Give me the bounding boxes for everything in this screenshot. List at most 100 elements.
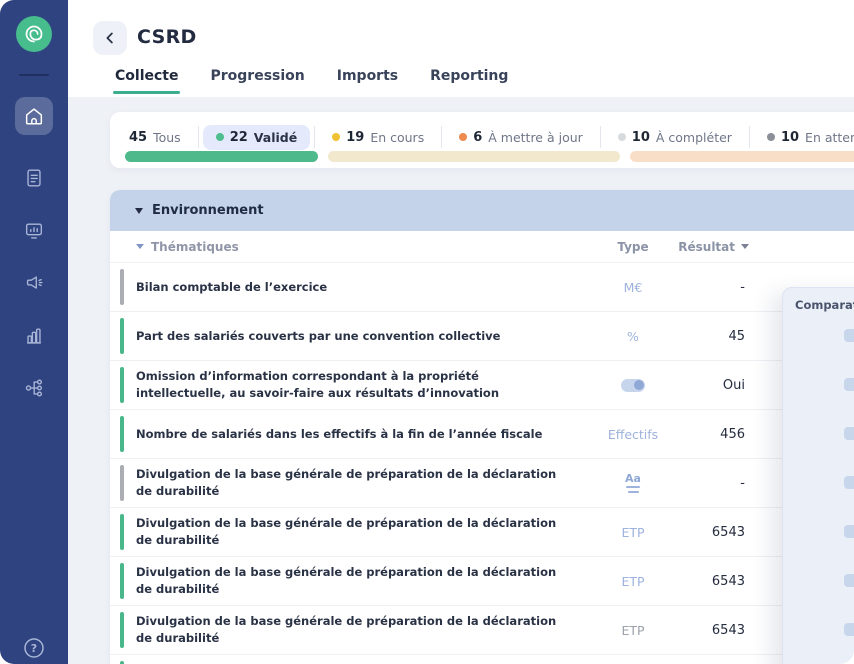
sidebar-item-workflow[interactable]: [15, 369, 53, 407]
column-thematiques[interactable]: Thématiques: [136, 240, 583, 254]
skeleton-bar: [844, 476, 854, 489]
row-type: ETP: [583, 525, 683, 540]
row-label: Divulgation de la base générale de prépa…: [136, 466, 583, 499]
row-type: Aa: [583, 473, 683, 493]
table-row[interactable]: Nombre de salariés dans les effectifs à …: [110, 410, 854, 459]
presentation-chart-icon: [23, 220, 45, 242]
status-dot-icon: [618, 133, 626, 141]
table-body: Bilan comptable de l’exercice M€ - Part …: [110, 263, 854, 664]
status-summary-card: 45 Tous 22 Validé 19En cours 6 À mettre à jour…: [110, 112, 854, 168]
app-window: ? CSRD Collecte Progression Imports Repo…: [0, 0, 854, 664]
filter-count: 22: [230, 130, 248, 145]
status-pill: [120, 465, 124, 501]
filter-item[interactable]: 22 Validé: [203, 125, 311, 150]
filter-label: Validé: [254, 130, 297, 145]
skeleton-bar: [844, 378, 854, 391]
comparatif-panel[interactable]: Comparatif: [782, 287, 854, 664]
row-type: Effectifs: [583, 427, 683, 442]
row-result: -: [683, 476, 763, 491]
chevron-left-icon: [101, 29, 119, 47]
table-row[interactable]: [110, 655, 854, 664]
filter-item[interactable]: 10En attente: [754, 125, 854, 150]
row-label: Part des salariés couverts par une conve…: [136, 328, 583, 345]
spacer: [120, 229, 124, 265]
table-row[interactable]: Bilan comptable de l’exercice M€ -: [110, 263, 854, 312]
app-logo[interactable]: [16, 16, 52, 52]
sidebar-item-documents[interactable]: [15, 159, 53, 197]
filter-count: 10: [632, 130, 650, 145]
tab-reporting[interactable]: Reporting: [430, 68, 508, 94]
sidebar-item-analytics[interactable]: [15, 317, 53, 355]
sidebar-item-help[interactable]: ?: [22, 636, 46, 660]
filter-item[interactable]: 10À compléter: [605, 125, 745, 150]
filter-count: 45: [129, 130, 147, 145]
filter-divider: [600, 126, 601, 148]
column-resultat-label: Résultat: [678, 240, 735, 254]
bar-chart-icon: [23, 325, 45, 347]
skeleton-bar: [844, 574, 854, 587]
back-button[interactable]: [93, 21, 127, 55]
row-type: M€: [583, 280, 683, 295]
filter-count: 10: [781, 130, 799, 145]
table-column-header: Thématiques Type Résultat: [110, 231, 854, 263]
header: CSRD Collecte Progression Imports Report…: [68, 0, 854, 97]
row-result: 6543: [683, 574, 763, 589]
sidebar-divider: [19, 74, 49, 76]
filter-divider: [314, 126, 315, 148]
row-type: %: [583, 329, 683, 344]
document-icon: [23, 167, 45, 189]
status-pill: [120, 514, 124, 550]
comparatif-title: Comparatif: [795, 298, 854, 312]
environment-table-card: Environnement Thématiques Type Résultat …: [110, 190, 854, 664]
toggle-icon: [621, 379, 645, 392]
row-label: Divulgation de la base générale de prépa…: [136, 613, 583, 646]
sidebar: ?: [0, 0, 68, 664]
workflow-icon: [23, 377, 45, 399]
filter-divider: [749, 126, 750, 148]
filter-item[interactable]: 6 À mettre à jour: [446, 125, 596, 150]
skeleton-bar: [844, 623, 854, 636]
row-result: 45: [683, 329, 763, 344]
row-result: 6543: [683, 525, 763, 540]
filter-divider: [198, 126, 199, 148]
table-row[interactable]: Divulgation de la base générale de prépa…: [110, 557, 854, 606]
status-pill: [120, 612, 124, 648]
filter-count: 19: [346, 130, 364, 145]
table-row[interactable]: Omission d’information correspondant à l…: [110, 361, 854, 410]
filter-label: À mettre à jour: [488, 130, 583, 145]
tab-progression[interactable]: Progression: [210, 68, 304, 94]
column-thematiques-label: Thématiques: [151, 240, 239, 254]
progress-segment: [630, 151, 854, 162]
text-format-icon: Aa: [625, 473, 641, 493]
status-pill: [120, 416, 124, 452]
progress-segment: [328, 151, 620, 162]
filter-label: Tous: [153, 130, 181, 145]
column-resultat[interactable]: Résultat: [683, 240, 763, 254]
section-header-environnement[interactable]: Environnement: [110, 190, 854, 231]
status-pill: [120, 318, 124, 354]
status-dot-icon: [216, 133, 224, 141]
collapse-triangle-icon: [136, 244, 144, 249]
sidebar-item-dashboard[interactable]: [15, 212, 53, 250]
filter-count: 6: [473, 130, 482, 145]
filter-divider: [441, 126, 442, 148]
status-dot-icon: [459, 133, 467, 141]
sidebar-item-announcements[interactable]: [15, 264, 53, 302]
row-label: Bilan comptable de l’exercice: [136, 279, 583, 296]
collapse-triangle-icon: [135, 208, 143, 214]
row-result: -: [683, 280, 763, 295]
table-row[interactable]: Divulgation de la base générale de prépa…: [110, 508, 854, 557]
table-row[interactable]: Part des salariés couverts par une conve…: [110, 312, 854, 361]
megaphone-icon: [23, 272, 45, 294]
table-row[interactable]: Divulgation de la base générale de prépa…: [110, 459, 854, 508]
help-icon: ?: [22, 636, 46, 660]
skeleton-bar: [844, 329, 854, 342]
status-pill: [120, 269, 124, 305]
filter-item[interactable]: 45 Tous: [116, 125, 194, 150]
tab-bar: Collecte Progression Imports Reporting: [115, 68, 508, 94]
filter-item[interactable]: 19En cours: [319, 125, 437, 150]
tab-imports[interactable]: Imports: [337, 68, 398, 94]
tab-collecte[interactable]: Collecte: [115, 68, 178, 94]
table-row[interactable]: Divulgation de la base générale de prépa…: [110, 606, 854, 655]
sidebar-item-home[interactable]: [15, 97, 53, 135]
